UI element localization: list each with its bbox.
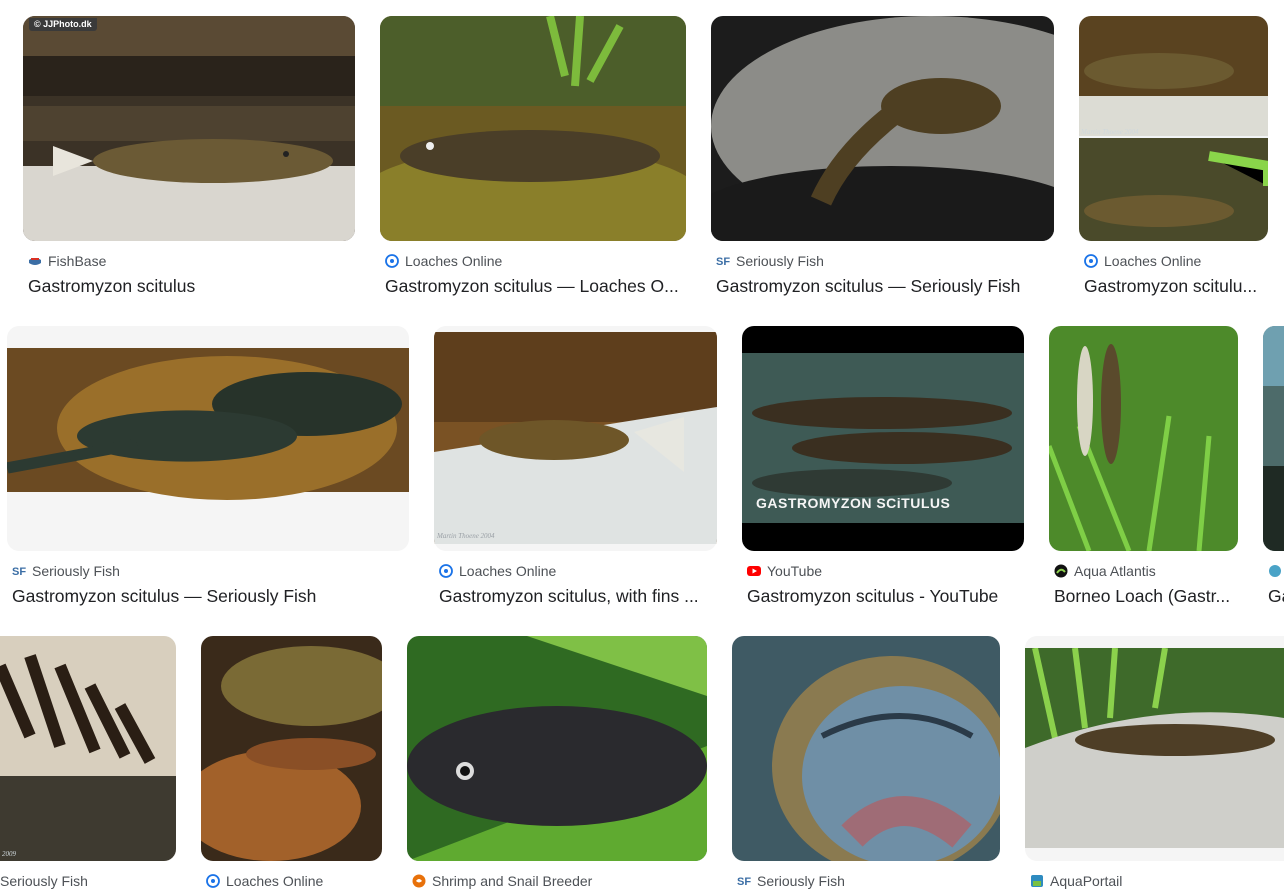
result-card[interactable]: Ga: [1263, 326, 1284, 616]
result-card[interactable]: Martin Thoene 2004 Loaches Online Gastro…: [1079, 16, 1268, 306]
fish-photo: [380, 16, 686, 241]
fish-photo: [732, 636, 1000, 861]
result-title[interactable]: Gastromyzon scitulus — Seriously Fish: [12, 586, 409, 607]
result-card[interactable]: SF Seriously Fish: [732, 636, 1000, 892]
result-thumbnail[interactable]: [732, 636, 1000, 861]
fish-photo: [1049, 326, 1238, 551]
result-source-label: Aqua Atlantis: [1074, 563, 1156, 579]
result-thumbnail[interactable]: [711, 16, 1054, 241]
seriously-fish-icon: SF: [12, 564, 26, 578]
fish-photo: [7, 348, 409, 500]
seriously-fish-icon: SF: [737, 874, 751, 888]
photo-credit-badge: © JJPhoto.dk: [29, 18, 97, 31]
result-source[interactable]: Aqua Atlantis: [1054, 562, 1156, 580]
svg-text:SF: SF: [716, 256, 730, 268]
fishbase-icon: [28, 254, 42, 268]
result-title[interactable]: Gastromyzon scitulus: [28, 276, 353, 297]
generic-site-icon: [1268, 564, 1282, 578]
fish-photo: [711, 16, 1054, 241]
result-thumbnail[interactable]: [380, 16, 686, 241]
loaches-online-icon: [1084, 254, 1098, 268]
result-card[interactable]: GASTROMYZON SCiTULUS YouTube Gastromyzon…: [742, 326, 1024, 616]
result-thumbnail[interactable]: © JJPhoto.dk: [23, 16, 355, 241]
result-source-label: Loaches Online: [226, 873, 324, 889]
result-thumbnail[interactable]: [7, 326, 409, 551]
photo-watermark: Martin Thoene 2004: [437, 532, 495, 540]
result-source-label: Loaches Online: [1104, 253, 1202, 269]
result-title[interactable]: Gastromyzon scitulu...: [1084, 276, 1264, 297]
result-title[interactable]: Gastromyzon scitulus — Loaches O...: [385, 276, 685, 297]
result-card[interactable]: Loaches Online Gastromyzon scitulus — Lo…: [380, 16, 686, 306]
result-card[interactable]: Aqua Atlantis Borneo Loach (Gastr...: [1049, 326, 1238, 616]
result-card[interactable]: Loaches Online: [201, 636, 382, 892]
result-source-label: Loaches Online: [405, 253, 503, 269]
loaches-online-icon: [439, 564, 453, 578]
result-title[interactable]: Gastromyzon scitulus — Seriously Fish: [716, 276, 1054, 297]
result-source[interactable]: SF Seriously Fish: [737, 872, 845, 890]
result-card[interactable]: 2009 Seriously Fish: [0, 636, 176, 892]
fish-photo: [23, 16, 355, 241]
result-thumbnail[interactable]: [407, 636, 707, 861]
result-source[interactable]: SF Seriously Fish: [12, 562, 120, 580]
fish-photo: [1025, 648, 1284, 848]
result-title[interactable]: Borneo Loach (Gastr...: [1054, 586, 1234, 607]
youtube-icon: [747, 564, 761, 578]
result-card[interactable]: Shrimp and Snail Breeder: [407, 636, 707, 892]
fish-photo: [434, 332, 717, 544]
loaches-online-icon: [385, 254, 399, 268]
result-thumbnail[interactable]: Martin Thoene 2004: [434, 326, 717, 551]
result-source-label: Shrimp and Snail Breeder: [432, 873, 593, 889]
result-card[interactable]: SF Seriously Fish Gastromyzon scitulus —…: [711, 16, 1054, 306]
fish-photo: [407, 636, 707, 861]
svg-text:SF: SF: [737, 876, 751, 888]
result-source[interactable]: [1268, 562, 1284, 580]
result-card[interactable]: AquaPortail: [1025, 636, 1284, 892]
result-source[interactable]: Seriously Fish: [0, 872, 88, 890]
result-thumbnail[interactable]: 2009: [0, 636, 176, 861]
result-source[interactable]: Loaches Online: [439, 562, 556, 580]
seriously-fish-icon: SF: [716, 254, 730, 268]
fish-photo: [0, 636, 176, 861]
result-source-label: AquaPortail: [1050, 873, 1123, 889]
result-source[interactable]: YouTube: [747, 562, 822, 580]
result-source-label: Seriously Fish: [757, 873, 845, 889]
loaches-online-icon: [206, 874, 220, 888]
result-card[interactable]: SF Seriously Fish Gastromyzon scitulus —…: [7, 326, 409, 616]
result-source[interactable]: Loaches Online: [1084, 252, 1201, 270]
result-source-label: YouTube: [767, 563, 823, 579]
result-source-label: Seriously Fish: [32, 563, 120, 579]
result-source[interactable]: SF Seriously Fish: [716, 252, 824, 270]
result-source-label: FishBase: [48, 253, 107, 269]
result-card[interactable]: © JJPhoto.dk FishBase Gastromyzon scitul…: [23, 16, 355, 306]
result-thumbnail[interactable]: [201, 636, 382, 861]
result-title[interactable]: Ga: [1268, 586, 1284, 607]
fish-photo: [201, 636, 382, 861]
aqua-atlantis-icon: [1054, 564, 1068, 578]
result-thumbnail[interactable]: [1049, 326, 1238, 551]
result-source-label: Seriously Fish: [736, 253, 824, 269]
photo-watermark: 2009: [2, 850, 16, 858]
shrimp-snail-icon: [412, 874, 426, 888]
result-title[interactable]: Gastromyzon scitulus - YouTube: [747, 586, 1025, 607]
result-source[interactable]: AquaPortail: [1030, 872, 1122, 890]
result-thumbnail[interactable]: [1025, 636, 1284, 861]
result-source-label: Loaches Online: [459, 563, 557, 579]
result-card[interactable]: Martin Thoene 2004 Loaches Online Gastro…: [434, 326, 717, 616]
result-source-label: Seriously Fish: [0, 873, 88, 889]
aquaportail-icon: [1030, 874, 1044, 888]
result-source[interactable]: Loaches Online: [206, 872, 323, 890]
result-thumbnail[interactable]: Martin Thoene 2004: [1079, 16, 1268, 241]
video-caption: GASTROMYZON SCiTULUS: [756, 495, 951, 511]
result-title[interactable]: Gastromyzon scitulus, with fins ...: [439, 586, 717, 607]
result-thumbnail[interactable]: [1263, 326, 1284, 551]
fish-photo: [1263, 326, 1284, 551]
svg-text:SF: SF: [12, 566, 26, 578]
result-source[interactable]: Shrimp and Snail Breeder: [412, 872, 592, 890]
result-thumbnail[interactable]: GASTROMYZON SCiTULUS: [742, 326, 1024, 551]
photo-watermark: Martin Thoene 2004: [1081, 128, 1139, 136]
result-source[interactable]: FishBase: [28, 252, 106, 270]
result-source[interactable]: Loaches Online: [385, 252, 502, 270]
